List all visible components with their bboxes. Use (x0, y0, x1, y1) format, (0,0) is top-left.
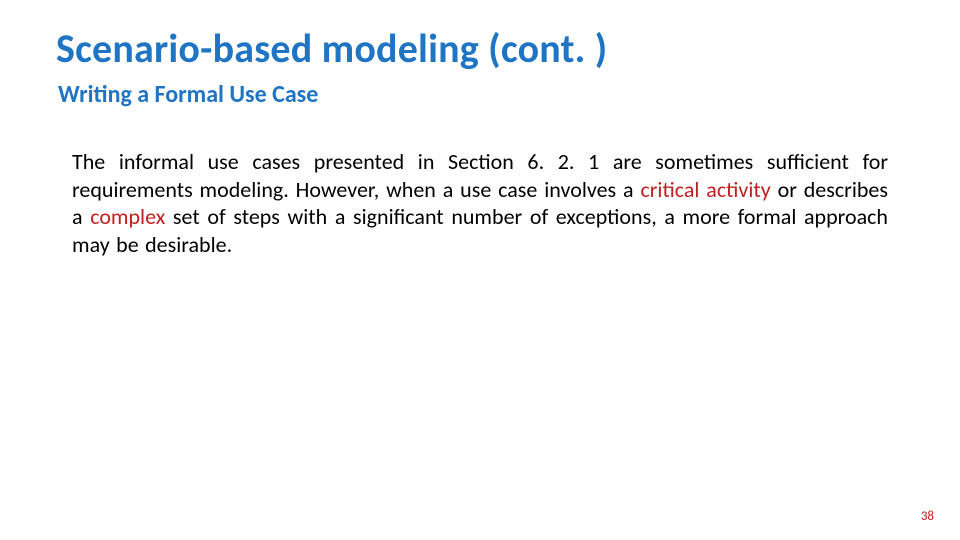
body-text-3: set of steps with a significant number o… (72, 203, 888, 258)
slide-title: Scenario-based modeling (cont. ) (56, 24, 607, 73)
slide: Scenario-based modeling (cont. ) Writing… (0, 0, 960, 540)
highlight-complex: complex (90, 203, 173, 230)
highlight-critical-activity: critical activity (640, 176, 777, 203)
body-paragraph: The informal use cases presented in Sect… (72, 148, 888, 258)
page-number: 38 (921, 509, 934, 524)
slide-subtitle: Writing a Formal Use Case (58, 80, 318, 109)
